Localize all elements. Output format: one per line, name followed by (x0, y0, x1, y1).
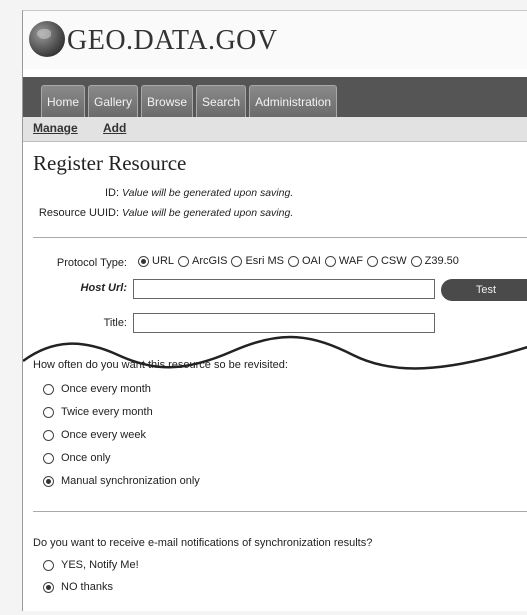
radio-icon[interactable] (43, 406, 54, 418)
main-nav: Home Gallery Browse Search Administratio… (23, 77, 527, 118)
subnav-add-link[interactable]: Add (103, 121, 126, 135)
uuid-label: Resource UUID: (38, 207, 119, 219)
tab-administration[interactable]: Administration (249, 85, 338, 118)
radio-selected-icon[interactable] (43, 475, 54, 487)
title-label: Title: (103, 317, 127, 329)
host-url-label: Host Url: (80, 282, 127, 294)
radio-selected-icon[interactable] (138, 255, 149, 267)
notify-option-yes[interactable]: YES, Notify Me! (43, 559, 139, 571)
protocol-z3950-option[interactable]: Z39.50 (410, 255, 459, 267)
radio-icon[interactable] (231, 255, 243, 267)
radio-icon[interactable] (43, 429, 54, 441)
protocol-url-option[interactable]: URL (138, 255, 174, 267)
sub-nav: Manage Add (23, 117, 527, 142)
radio-icon[interactable] (324, 255, 336, 267)
globe-logo-icon (29, 21, 65, 57)
radio-icon[interactable] (287, 255, 299, 267)
revisit-option-monthly[interactable]: Once every month (43, 383, 151, 395)
host-url-input[interactable] (133, 279, 435, 299)
protocol-oai-option[interactable]: OAI (287, 255, 321, 267)
tab-home[interactable]: Home (41, 85, 86, 118)
radio-icon[interactable] (43, 559, 54, 571)
radio-icon[interactable] (410, 255, 422, 267)
tab-browse[interactable]: Browse (141, 85, 194, 118)
tab-search[interactable]: Search (196, 85, 247, 118)
revisit-question: How often do you want this resource so b… (33, 359, 288, 371)
notify-question: Do you want to receive e-mail notificati… (33, 537, 373, 549)
id-label: ID: (104, 187, 119, 199)
page-title: Register Resource (33, 151, 187, 175)
site-header: GEO.DATA.GOV (23, 11, 527, 69)
protocol-waf-option[interactable]: WAF (324, 255, 363, 267)
radio-icon[interactable] (43, 452, 54, 464)
revisit-option-weekly[interactable]: Once every week (43, 429, 146, 441)
site-logo-text[interactable]: GEO.DATA.GOV (67, 25, 278, 57)
protocol-arcgis-option[interactable]: ArcGIS (178, 255, 227, 267)
subnav-manage-link[interactable]: Manage (33, 121, 78, 135)
radio-icon[interactable] (43, 383, 54, 395)
notify-option-no[interactable]: NO thanks (43, 581, 113, 593)
revisit-option-twice-monthly[interactable]: Twice every month (43, 406, 153, 418)
test-button[interactable]: Test (441, 279, 527, 301)
id-value: Value will be generated upon saving. (122, 187, 294, 199)
revisit-option-manual[interactable]: Manual synchronization only (43, 475, 200, 487)
protocol-esrims-option[interactable]: Esri MS (231, 255, 284, 267)
divider (33, 511, 527, 512)
protocol-options: URL ArcGIS Esri MS OAI WAF CSW Z39.50 (138, 255, 459, 267)
radio-selected-icon[interactable] (43, 581, 54, 593)
uuid-value: Value will be generated upon saving. (122, 207, 294, 219)
revisit-option-once[interactable]: Once only (43, 452, 111, 464)
protocol-csw-option[interactable]: CSW (366, 255, 407, 267)
protocol-label: Protocol Type: (56, 257, 127, 269)
divider (33, 237, 527, 238)
radio-icon[interactable] (178, 255, 190, 267)
tab-gallery[interactable]: Gallery (88, 85, 139, 118)
app-window: GEO.DATA.GOV Home Gallery Browse Search … (22, 10, 527, 611)
title-input[interactable] (133, 313, 435, 333)
radio-icon[interactable] (366, 255, 378, 267)
